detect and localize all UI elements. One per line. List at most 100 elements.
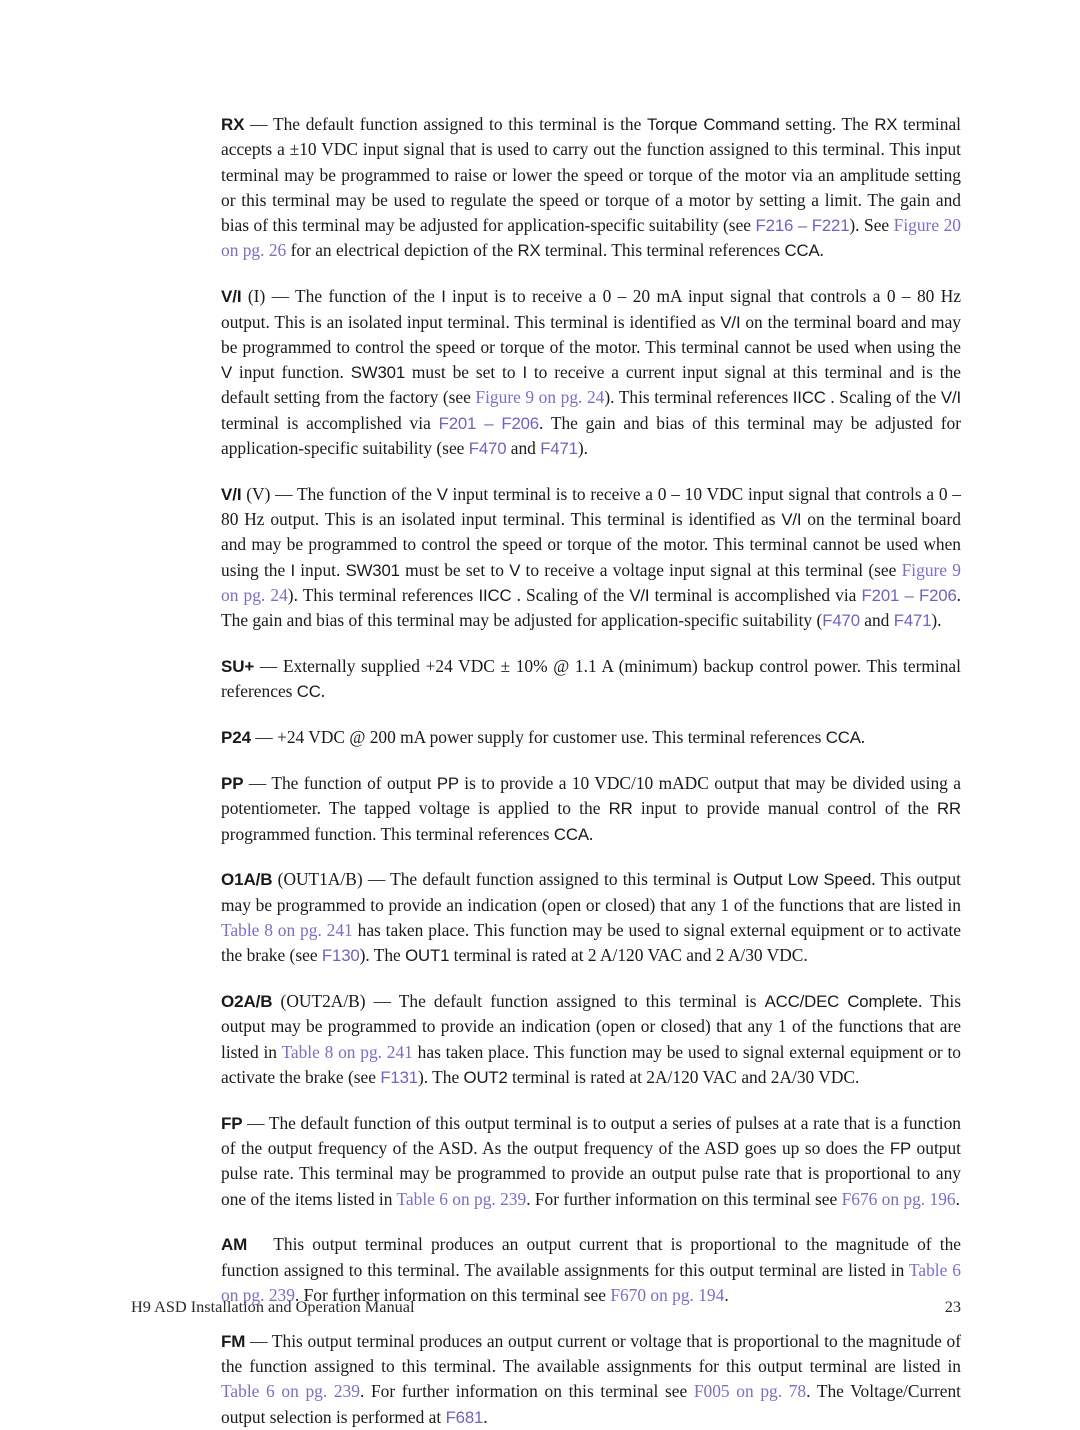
body-text: . For further information on this termin… <box>359 1381 694 1402</box>
body-text: must be set to <box>399 559 510 580</box>
parameter-link[interactable]: F470 <box>469 439 507 458</box>
inline-term: SW301 <box>350 363 405 383</box>
body-text: terminal is rated at 2A/120 VAC and 2A/3… <box>507 1067 860 1087</box>
term-separator-vi-voltage: (V) — <box>241 483 297 504</box>
body-text: input function. <box>232 362 351 383</box>
footer-page-number: 23 <box>944 1297 961 1316</box>
body-text: terminal is accomplished via <box>649 585 862 606</box>
term-separator-p24: — <box>250 727 278 748</box>
inline-term: OUT1 <box>405 946 450 966</box>
parameter-link[interactable]: F201 – F206 <box>862 586 957 605</box>
term-separator-fm: — <box>245 1330 272 1351</box>
parameter-link[interactable]: F131 <box>380 1068 418 1087</box>
body-text: This output terminal produces an output … <box>221 1234 961 1280</box>
body-text: . <box>955 1188 960 1209</box>
paragraph-fp: FP — The default function of this output… <box>221 1111 961 1212</box>
inline-term: CCA <box>825 728 861 748</box>
body-text: programmed function. This terminal refer… <box>221 823 554 844</box>
body-text: terminal is accomplished via <box>221 412 439 433</box>
parameter-link[interactable]: F130 <box>322 946 360 965</box>
body-text: input to provide manual control of the <box>632 798 938 819</box>
body-text: to receive a voltage input signal at thi… <box>520 559 902 580</box>
body-text: terminal is rated at 2 A/120 VAC and 2 A… <box>449 945 808 966</box>
terminal-name-pp: PP <box>221 774 244 794</box>
body-text: The default function assigned to this te… <box>398 991 765 1012</box>
inline-term: RR <box>608 799 633 819</box>
term-separator-rx: — <box>244 114 273 134</box>
inline-term: RX <box>517 241 541 261</box>
terminal-name-vi-current: V/I <box>221 287 242 307</box>
paragraph-o1ab: O1A/B (OUT1A/B) — The default function a… <box>221 867 961 968</box>
parameter-link[interactable]: F470 <box>822 611 860 630</box>
parameter-link[interactable]: F681 <box>446 1408 484 1427</box>
body-text: . <box>819 240 824 261</box>
paragraph-su-plus: SU+ — Externally supplied +24 VDC ± 10% … <box>221 654 961 705</box>
inline-term: Torque Command <box>647 115 780 134</box>
inline-term: RX <box>874 115 898 134</box>
paragraph-o2ab: O2A/B (OUT2A/B) — The default function a… <box>221 989 961 1090</box>
body-text: The default function of this output term… <box>221 1112 961 1159</box>
cross-reference-link[interactable]: F676 on pg. 196 <box>842 1189 956 1209</box>
body-text: ). <box>577 438 588 459</box>
cross-reference-link[interactable]: Table 8 on pg. 241 <box>221 920 353 940</box>
inline-term: V/I <box>940 388 961 408</box>
cross-reference-link[interactable]: F005 on pg. 78 <box>694 1381 806 1401</box>
inline-term: CCA <box>784 241 820 261</box>
paragraph-pp: PP — The function of output PP is to pro… <box>221 771 961 847</box>
body-text: The function of the <box>295 286 442 307</box>
term-separator-su-plus: — <box>254 656 283 677</box>
page-body-text: RX — The default function assigned to th… <box>221 112 961 1430</box>
terminal-name-vi-voltage: V/I <box>221 484 242 504</box>
terminal-name-fm: FM <box>221 1331 246 1351</box>
inline-term: V/I <box>781 510 802 530</box>
body-text: for an electrical depiction of the <box>286 240 518 261</box>
parameter-link[interactable]: F201 – F206 <box>439 414 540 433</box>
paragraph-fm: FM — This output terminal produces an ou… <box>221 1329 961 1430</box>
parameter-link[interactable]: F471 <box>894 611 932 630</box>
body-text: The default function assigned to this te… <box>272 114 648 134</box>
inline-term: V/I <box>720 312 741 332</box>
body-text: The function of the <box>296 483 437 504</box>
body-text: . Scaling of the <box>825 387 941 408</box>
body-text: . <box>860 727 866 748</box>
cross-reference-link[interactable]: Figure 9 on pg. 24 <box>475 387 604 407</box>
parameter-link[interactable]: F471 <box>540 439 578 458</box>
term-separator-pp: — <box>243 773 272 794</box>
body-text: +24 VDC @ 200 mA power supply for custom… <box>277 727 826 748</box>
page-footer: H9 ASD Installation and Operation Manual… <box>131 1297 961 1317</box>
paragraph-vi-current: V/I (I) — The function of the I input is… <box>221 284 961 461</box>
term-separator-o1ab: (OUT1A/B) — <box>272 869 391 890</box>
inline-term: V <box>221 363 233 383</box>
paragraph-rx: RX — The default function assigned to th… <box>221 112 961 264</box>
inline-term: SW301 <box>345 560 400 580</box>
parameter-link[interactable]: F216 – F221 <box>756 216 850 235</box>
body-text: and <box>506 438 541 459</box>
terminal-name-o2ab: O2A/B <box>221 992 273 1012</box>
cross-reference-link[interactable]: Table 8 on pg. 241 <box>281 1042 412 1062</box>
body-text: . <box>588 823 594 844</box>
paragraph-p24: P24 — +24 VDC @ 200 mA power supply for … <box>221 725 961 750</box>
cross-reference-link[interactable]: Table 6 on pg. 239 <box>397 1189 527 1209</box>
body-text: input. <box>294 559 346 580</box>
terminal-name-fp: FP <box>221 1113 243 1133</box>
body-text: ). The <box>417 1067 464 1087</box>
terminal-name-o1ab: O1A/B <box>221 870 273 890</box>
body-text: and <box>859 610 894 631</box>
inline-term: PP <box>436 774 459 794</box>
document-page: RX — The default function assigned to th… <box>0 0 1080 1427</box>
inline-term: V <box>436 484 448 504</box>
body-text: setting. The <box>779 114 875 134</box>
inline-term: FP <box>889 1139 912 1159</box>
inline-term: OUT2 <box>463 1068 508 1087</box>
body-text: ). This terminal references <box>604 387 793 408</box>
body-text: ). See <box>849 215 894 236</box>
cross-reference-link[interactable]: Table 6 on pg. 239 <box>221 1381 360 1401</box>
term-separator-o2ab: (OUT2A/B) — <box>272 991 399 1012</box>
inline-term: IICC <box>792 388 826 408</box>
inline-term: V/I <box>629 586 650 606</box>
body-text: . <box>483 1406 488 1427</box>
terminal-name-su-plus: SU+ <box>221 657 255 677</box>
body-text: . For further information on this termin… <box>526 1188 842 1209</box>
body-text: . <box>320 681 326 702</box>
terminal-name-rx: RX <box>221 115 245 134</box>
